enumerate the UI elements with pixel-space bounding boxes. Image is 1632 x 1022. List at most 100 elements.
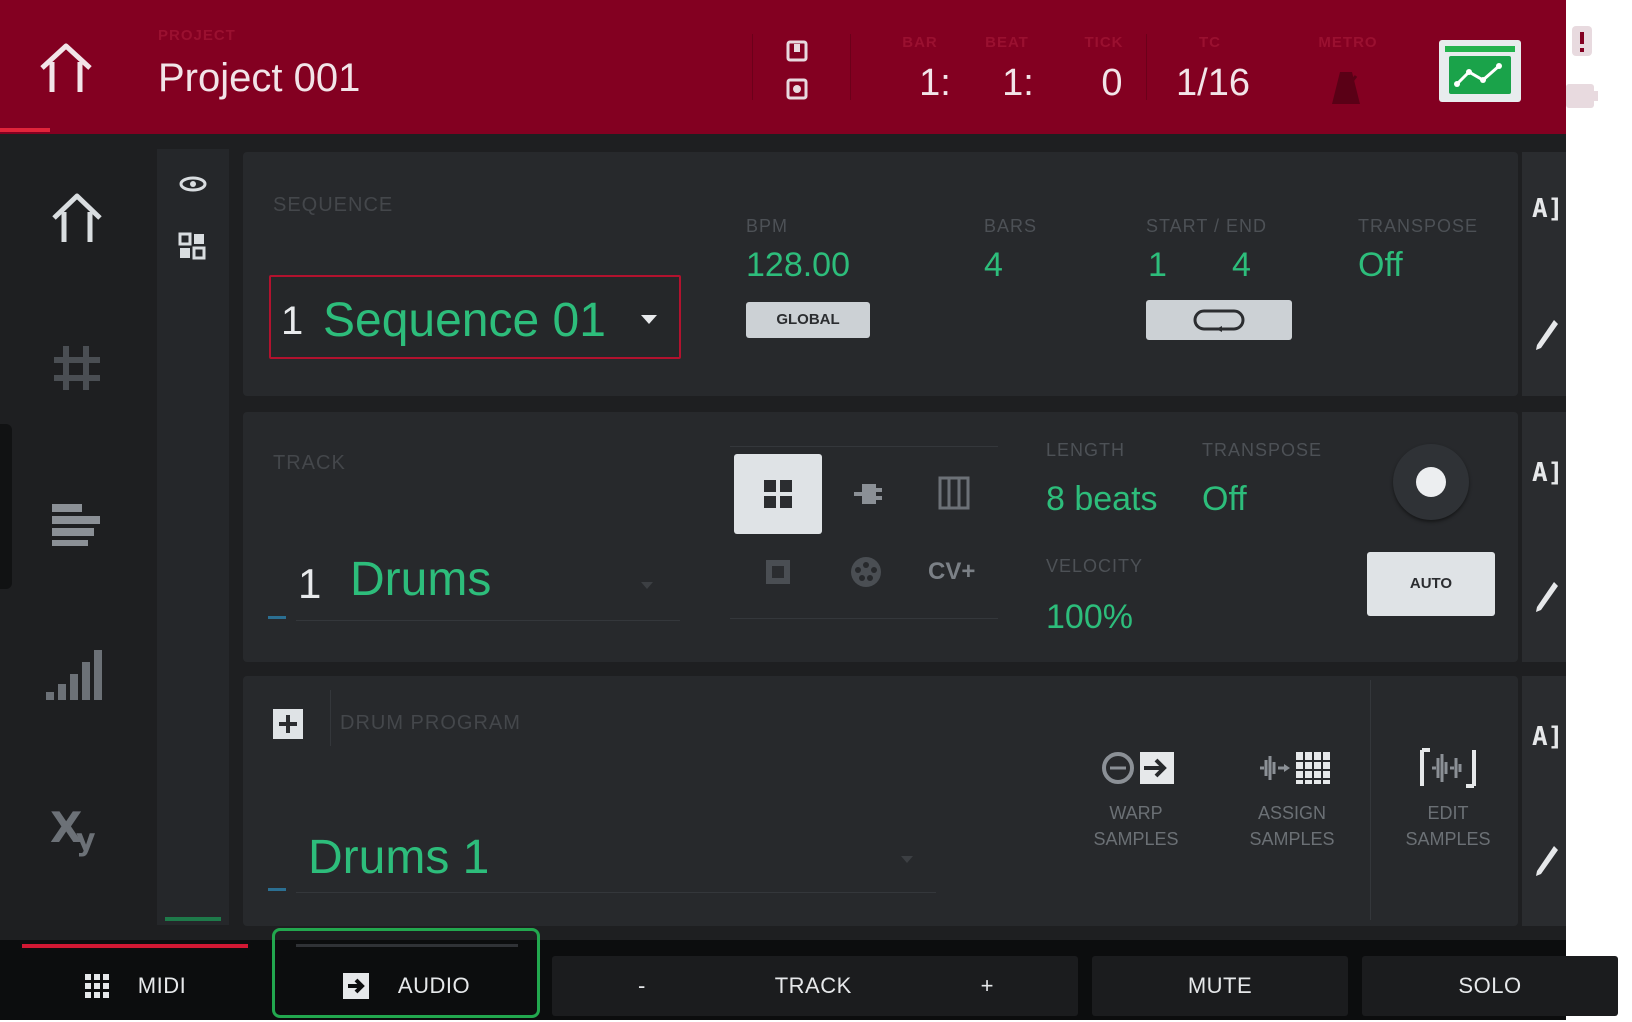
scroll-indicator — [165, 917, 221, 921]
midi-active-indicator — [22, 944, 248, 948]
automation-button[interactable] — [1439, 40, 1521, 102]
track-selector[interactable]: Drums — [350, 552, 491, 607]
bpm-value[interactable]: 128.00 — [746, 246, 850, 285]
track-transpose-value[interactable]: Off — [1202, 480, 1247, 519]
home-mode-icon[interactable] — [44, 186, 110, 252]
loop-icon — [1193, 309, 1245, 332]
track-nav-group: - TRACK + — [552, 956, 1078, 1016]
plug-icon — [854, 484, 882, 504]
tc-label: TC — [1199, 34, 1221, 51]
sequence-edit-mode-button[interactable]: A] — [1532, 194, 1563, 224]
disk-icon[interactable] — [786, 78, 808, 100]
track-list-icon[interactable] — [44, 490, 110, 556]
program-color-marker — [268, 888, 286, 891]
midi-port-icon — [851, 557, 881, 587]
header-divider — [850, 34, 851, 100]
bar-label: BAR — [902, 34, 938, 51]
edit-samples-icon — [1420, 748, 1476, 788]
track-panel-label: TRACK — [273, 452, 346, 474]
add-program-icon[interactable] — [272, 708, 304, 740]
track-number: 1 — [298, 560, 322, 607]
sequence-panel-label: SEQUENCE — [273, 194, 394, 216]
sidebar-handle[interactable] — [0, 424, 12, 589]
header-active-indicator — [0, 128, 50, 132]
audio-tab-highlight — [272, 928, 540, 1018]
length-label: LENGTH — [1046, 440, 1126, 460]
edit-samples-button[interactable]: EDIT SAMPLES — [1388, 746, 1508, 852]
track-edit-mode-button[interactable]: A] — [1532, 458, 1563, 488]
start-value[interactable]: 1 — [1148, 246, 1167, 285]
solo-button[interactable]: SOLO — [1362, 956, 1618, 1016]
eye-icon[interactable] — [179, 175, 207, 193]
warning-icon[interactable] — [1570, 24, 1594, 58]
track-nav-label: TRACK — [774, 973, 852, 998]
track-type-divider — [730, 618, 998, 619]
bars-value[interactable]: 4 — [984, 246, 1003, 285]
home-icon[interactable] — [36, 40, 96, 96]
tick-label: TICK — [1084, 34, 1124, 51]
track-previous-button[interactable]: - — [638, 973, 646, 999]
header-divider — [752, 34, 753, 100]
midi-tab-label: MIDI — [137, 973, 187, 998]
battery-icon — [1566, 84, 1598, 108]
beat-value[interactable]: 1: — [988, 62, 1048, 105]
plugin-track-type-button[interactable] — [822, 454, 910, 534]
xy-fx-icon[interactable]: X y — [44, 796, 110, 862]
track-next-button[interactable]: + — [981, 973, 994, 999]
record-arm-button[interactable] — [1393, 444, 1469, 520]
edit-samples-label: EDIT SAMPLES — [1405, 803, 1491, 849]
warp-samples-label: WARP SAMPLES — [1093, 803, 1179, 849]
track-transpose-label: TRANSPOSE — [1202, 440, 1323, 460]
velocity-label: VELOCITY — [1046, 556, 1144, 576]
mute-button[interactable]: MUTE — [1092, 956, 1348, 1016]
pencil-icon[interactable] — [1534, 844, 1560, 878]
program-edit-mode-button[interactable]: A] — [1532, 722, 1563, 752]
midi-track-type-button[interactable] — [822, 534, 910, 614]
grid-select-icon[interactable] — [177, 231, 207, 261]
bar-value[interactable]: 1: — [905, 62, 965, 105]
mixer-level-icon[interactable] — [44, 642, 110, 708]
tick-value[interactable]: 0 — [1082, 62, 1142, 105]
cv-track-type-button[interactable]: CV+ — [928, 558, 975, 586]
chevron-down-icon — [901, 856, 913, 863]
save-icon[interactable] — [786, 40, 808, 62]
automation-status-bar — [1445, 46, 1515, 52]
velocity-value[interactable]: 100% — [1046, 598, 1133, 637]
project-label: PROJECT — [158, 27, 236, 44]
pencil-icon[interactable] — [1534, 318, 1560, 352]
sequence-side-tools: A] — [1522, 152, 1566, 396]
tools-divider — [1370, 680, 1371, 920]
record-icon — [1416, 467, 1446, 497]
assign-samples-icon — [1260, 752, 1330, 784]
keygroup-track-type-button[interactable] — [910, 454, 998, 534]
project-name[interactable]: Project 001 — [158, 56, 360, 101]
auto-button[interactable]: AUTO — [1367, 552, 1495, 616]
warp-samples-button[interactable]: WARP SAMPLES — [1076, 746, 1196, 852]
drum-track-type-button[interactable] — [734, 454, 822, 534]
sequence-selector[interactable]: 1 Sequence 01 — [269, 275, 681, 359]
tc-value[interactable]: 1/16 — [1168, 62, 1258, 105]
program-side-tools: A] — [1522, 676, 1566, 926]
metronome-icon[interactable] — [1330, 68, 1362, 106]
sequence-panel — [243, 152, 1518, 396]
beat-label: BEAT — [985, 34, 1029, 51]
mode-sidebar: X y — [0, 134, 150, 940]
program-divider — [330, 690, 331, 746]
sequence-transpose-value[interactable]: Off — [1358, 246, 1403, 285]
midi-tab[interactable]: MIDI — [22, 956, 248, 1016]
pencil-icon[interactable] — [1534, 580, 1560, 614]
assign-samples-button[interactable]: ASSIGN SAMPLES — [1232, 746, 1352, 852]
clip-track-type-button[interactable] — [734, 534, 822, 614]
view-options-column — [157, 149, 229, 925]
sequence-transpose-label: TRANSPOSE — [1358, 216, 1479, 236]
grid-view-icon[interactable] — [44, 334, 110, 400]
global-button[interactable]: GLOBAL — [746, 302, 870, 338]
bars-label: BARS — [984, 216, 1038, 236]
automation-icon — [1449, 56, 1511, 94]
loop-button[interactable] — [1146, 300, 1292, 340]
length-value[interactable]: 8 beats — [1046, 480, 1158, 519]
program-selector[interactable]: Drums 1 — [308, 830, 489, 885]
chevron-down-icon — [641, 315, 657, 324]
track-side-tools: A] — [1522, 412, 1566, 662]
end-value[interactable]: 4 — [1232, 246, 1251, 285]
